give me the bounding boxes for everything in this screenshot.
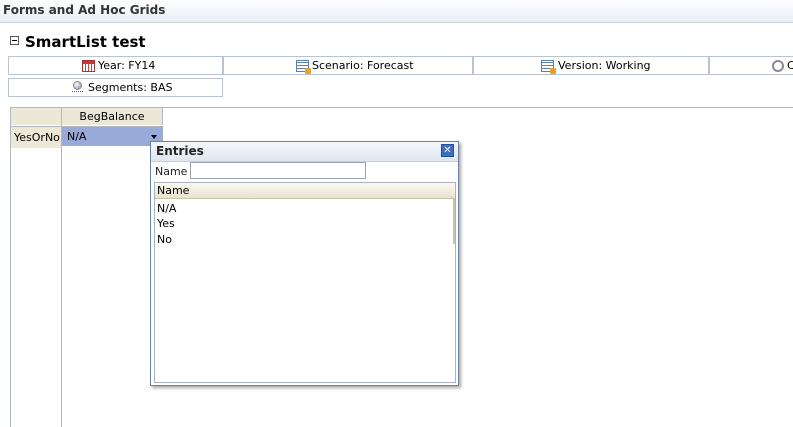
gear-icon xyxy=(772,60,784,72)
close-icon[interactable]: ✕ xyxy=(441,144,454,157)
list-item[interactable]: Yes xyxy=(157,216,175,231)
pov-year[interactable]: Year: FY14 xyxy=(8,56,223,75)
pov-version-label: Version: Working xyxy=(558,59,651,72)
pov-fourth[interactable]: C xyxy=(709,56,793,75)
search-label: Name xyxy=(155,165,188,178)
pov-segments-label: Segments: BAS xyxy=(88,81,173,94)
page-header-bar: Forms and Ad Hoc Grids xyxy=(0,0,793,23)
popup-title: Entries xyxy=(156,144,204,158)
row-header-yesorno: YesOrNo xyxy=(11,126,61,148)
column-header-begbalance: BegBalance xyxy=(62,108,163,125)
member-pin-icon xyxy=(72,81,83,95)
pov-year-label: Year: FY14 xyxy=(98,59,156,72)
dimension-grid-icon xyxy=(541,60,556,74)
page-header-title: Forms and Ad Hoc Grids xyxy=(3,3,166,17)
pov-segments[interactable]: Segments: BAS xyxy=(8,78,223,97)
popup-header: Entries ✕ xyxy=(151,142,458,162)
pov-version[interactable]: Version: Working xyxy=(473,56,709,75)
entries-list: Name N/A Yes No xyxy=(154,182,456,383)
list-item[interactable]: N/A xyxy=(157,201,176,216)
collapse-icon[interactable] xyxy=(10,36,19,45)
calendar-icon xyxy=(82,60,95,72)
form-title: SmartList test xyxy=(25,33,146,51)
search-input[interactable] xyxy=(190,162,366,179)
pov-scenario[interactable]: Scenario: Forecast xyxy=(223,56,473,75)
list-column-header: Name xyxy=(155,183,455,199)
pov-fourth-label: C xyxy=(787,59,793,72)
cell-value: N/A xyxy=(67,130,87,143)
pov-scenario-label: Scenario: Forecast xyxy=(312,59,414,72)
dimension-grid-icon xyxy=(296,60,311,74)
list-item[interactable]: No xyxy=(157,232,172,247)
data-cell-smartlist[interactable]: N/A xyxy=(62,126,163,146)
grid-rowheader-divider xyxy=(61,107,62,427)
dropdown-arrow-icon[interactable] xyxy=(151,135,157,139)
grid-left-border xyxy=(10,107,11,427)
grid-corner xyxy=(11,108,61,125)
entries-popup: Entries ✕ Name Name N/A Yes No xyxy=(150,141,459,386)
scrollbar[interactable] xyxy=(453,199,455,244)
